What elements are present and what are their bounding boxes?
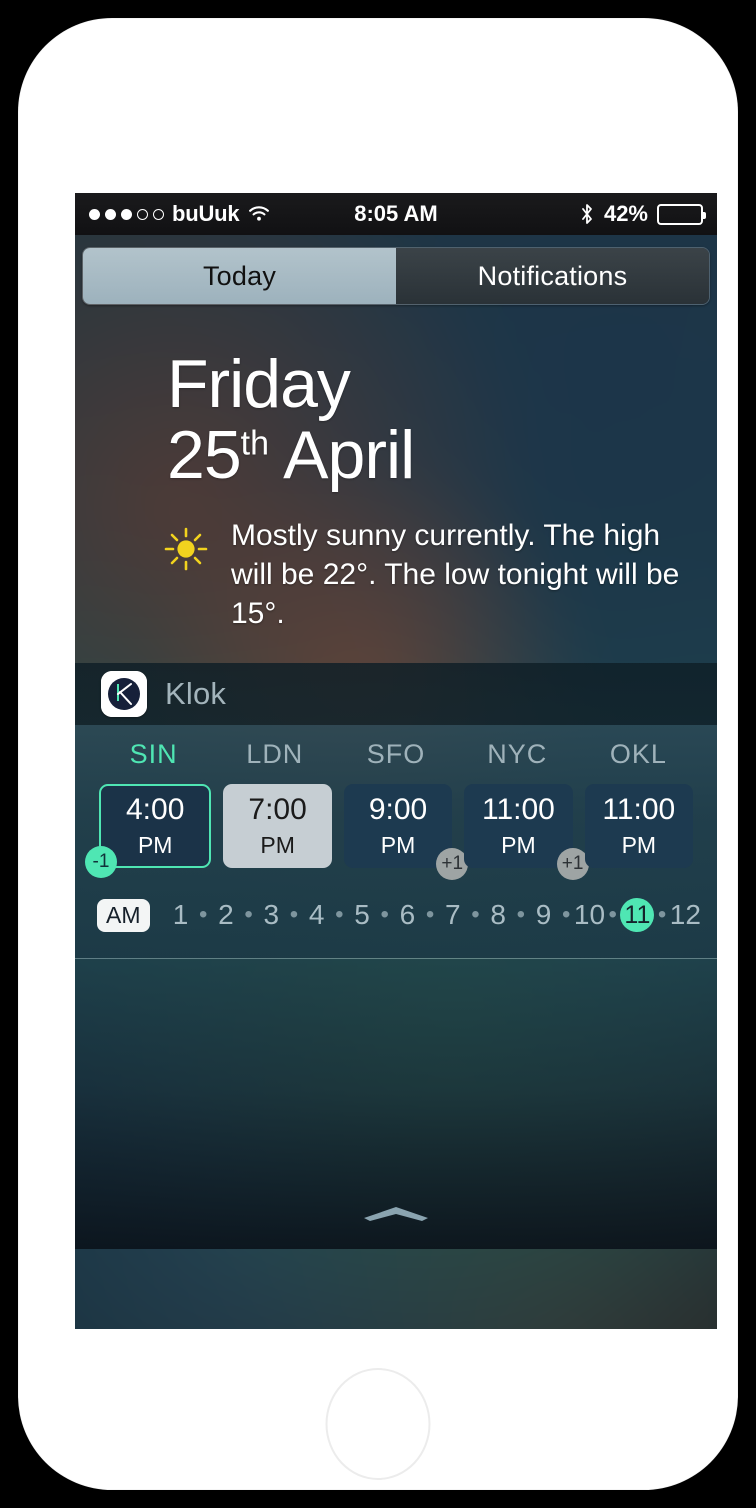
chevron-up-grabber-icon[interactable] — [360, 1202, 432, 1222]
hour-2[interactable]: 2 — [211, 899, 241, 931]
month-name: April — [283, 416, 415, 493]
time-card-ldn[interactable]: 7:00 PM — [223, 784, 332, 869]
klok-app-icon — [101, 671, 147, 718]
phone-screen: buUuk 8:05 AM 42% Today Notifications Fr… — [75, 193, 717, 1329]
hour-1[interactable]: 1 — [166, 899, 196, 931]
hour-6[interactable]: 6 — [392, 899, 422, 931]
time-card-sin[interactable]: 4:00 PM -1 — [85, 784, 212, 879]
day-offset-badge: -1 — [85, 846, 117, 879]
time-card-sfo[interactable]: 9:00 PM +1 — [343, 784, 469, 881]
city-label-sin[interactable]: SIN — [99, 739, 208, 770]
time-card-row: 4:00 PM -1 7:00 PM 9:00 PM +1 11:00 PM +… — [75, 784, 717, 881]
date-block: Friday 25th April — [75, 305, 717, 490]
hour-separator-dot: • — [425, 901, 435, 929]
day-name: Friday — [167, 346, 351, 422]
hour-list[interactable]: 1 • 2 • 3 • 4 • 5 • 6 • 7 • 8 • 9 • 10 • 11 • 12 — [166, 898, 702, 933]
hour-separator-dot: • — [289, 901, 299, 929]
tab-today[interactable]: Today — [83, 248, 396, 304]
weather-summary-row: Mostly sunny currently. The high will be… — [75, 490, 717, 633]
hour-scrubber[interactable]: AM 1 • 2 • 3 • 4 • 5 • 6 • 7 • 8 • 9 • 10 • 11 • 12 — [75, 876, 717, 958]
notification-center-lower-area — [75, 959, 717, 1250]
hour-8[interactable]: 8 — [483, 899, 513, 931]
widget-header-klok[interactable]: Klok — [75, 663, 717, 726]
time-meridiem: PM — [137, 832, 173, 859]
day-number: 25 — [167, 416, 242, 493]
day-suffix: th — [240, 424, 269, 463]
status-bar-left: buUuk — [89, 201, 271, 227]
day-offset-badge: +1 — [556, 848, 589, 881]
hour-separator-dot: • — [561, 901, 571, 929]
time-meridiem: PM — [380, 832, 416, 859]
date-line: 25th April — [167, 416, 717, 493]
hour-11[interactable]: 11 — [620, 898, 655, 933]
time-meridiem: PM — [260, 832, 295, 859]
hour-separator-dot: • — [198, 901, 208, 929]
time-meridiem: PM — [501, 832, 536, 859]
hour-4[interactable]: 4 — [302, 899, 332, 931]
hour-separator-dot: • — [657, 901, 667, 929]
hour-separator-dot: • — [244, 901, 253, 929]
hour-12[interactable]: 12 — [670, 899, 701, 931]
city-label-ldn[interactable]: LDN — [220, 739, 329, 770]
time-value: 11:00 — [602, 793, 676, 827]
tab-notifications[interactable]: Notifications — [396, 248, 709, 304]
hour-separator-dot: • — [608, 901, 617, 929]
time-meridiem: PM — [621, 832, 657, 859]
meridiem-toggle[interactable]: AM — [97, 898, 150, 932]
segmented-control[interactable]: Today Notifications — [82, 247, 710, 305]
time-value: 7:00 — [248, 793, 307, 827]
weather-text: Mostly sunny currently. The high will be… — [231, 519, 680, 631]
hour-3[interactable]: 3 — [256, 899, 286, 931]
status-bar: buUuk 8:05 AM 42% — [75, 193, 717, 235]
time-value: 9:00 — [368, 793, 428, 827]
hour-10[interactable]: 10 — [574, 899, 605, 931]
time-card-okl[interactable]: 11:00 PM — [584, 784, 694, 869]
screenshot-root: buUuk 8:05 AM 42% Today Notifications Fr… — [0, 0, 756, 1508]
widget-title: Klok — [165, 676, 227, 712]
city-label-okl[interactable]: OKL — [584, 739, 693, 770]
time-card-nyc[interactable]: 11:00 PM +1 — [464, 784, 589, 881]
home-button[interactable] — [325, 1368, 431, 1480]
city-label-nyc[interactable]: NYC — [463, 739, 572, 770]
klok-widget-body: SIN LDN SFO NYC OKL 4:00 PM -1 7:00 PM 9… — [75, 725, 717, 959]
bluetooth-icon — [579, 203, 595, 225]
signal-strength-icon — [89, 208, 164, 220]
city-label-row: SIN LDN SFO NYC OKL — [75, 739, 717, 770]
time-value: 11:00 — [481, 793, 555, 827]
time-value: 4:00 — [126, 793, 185, 827]
phone-body: buUuk 8:05 AM 42% Today Notifications Fr… — [18, 18, 738, 1490]
battery-percent-label: 42% — [603, 201, 648, 226]
hour-separator-dot: • — [471, 901, 480, 929]
hour-9[interactable]: 9 — [529, 899, 559, 931]
hour-separator-dot: • — [516, 901, 526, 929]
hour-7[interactable]: 7 — [438, 899, 468, 931]
city-label-sfo[interactable]: SFO — [341, 739, 450, 770]
hour-separator-dot: • — [335, 901, 344, 929]
hour-separator-dot: • — [380, 901, 389, 929]
carrier-label: buUuk — [172, 201, 240, 226]
status-bar-right: 42% — [579, 201, 706, 227]
sun-icon — [163, 526, 209, 572]
battery-icon — [657, 203, 706, 225]
wifi-icon — [247, 205, 271, 223]
hour-5[interactable]: 5 — [347, 899, 377, 931]
